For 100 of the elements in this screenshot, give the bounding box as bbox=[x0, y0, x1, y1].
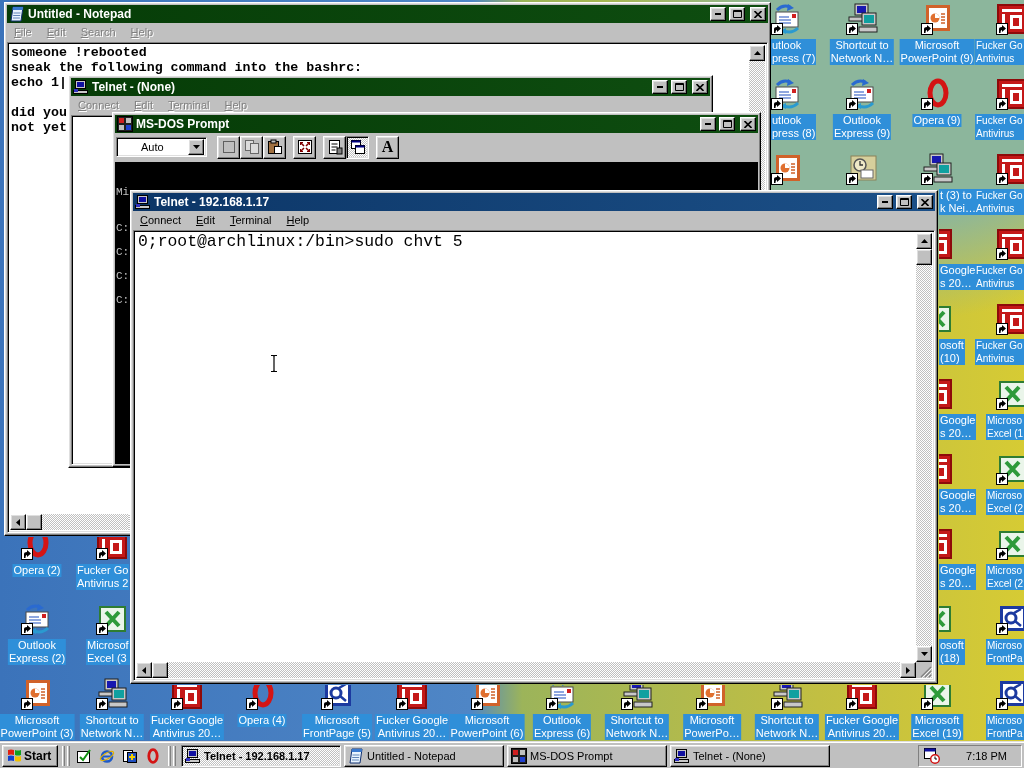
orbit-icon[interactable] bbox=[99, 747, 115, 764]
icon-label[interactable]: Fucker Go Antivirus bbox=[975, 39, 1024, 65]
paste-button[interactable] bbox=[263, 135, 286, 159]
logo-tile-icon[interactable] bbox=[939, 528, 953, 560]
spreadsheet-icon[interactable] bbox=[996, 528, 1024, 560]
clock-icon[interactable] bbox=[924, 747, 940, 764]
icon-label[interactable]: Opera (4) bbox=[237, 714, 287, 727]
logo-tile-icon[interactable] bbox=[996, 303, 1024, 335]
task-button[interactable]: Telnet - (None) bbox=[670, 744, 830, 767]
circle-tile-icon[interactable] bbox=[996, 678, 1024, 710]
icon-label[interactable]: Outlook Express (6) bbox=[532, 714, 592, 740]
logo-tile-icon[interactable] bbox=[996, 228, 1024, 260]
icon-label[interactable]: Opera (9) bbox=[912, 114, 962, 127]
icon-label[interactable]: Shortcut to Network N… bbox=[604, 714, 670, 740]
icon-label[interactable]: Microso Excel (2 bbox=[986, 564, 1024, 590]
mark-button[interactable] bbox=[217, 135, 240, 159]
close-button[interactable] bbox=[750, 7, 766, 21]
icon-label[interactable]: osoft (18) bbox=[939, 639, 965, 665]
maximize-button[interactable] bbox=[896, 195, 912, 209]
icon-label[interactable]: Opera (2) bbox=[12, 564, 62, 577]
icon-label[interactable]: Google s 20… bbox=[939, 264, 977, 290]
icon-label[interactable]: Fucker Google Antivirus 20… bbox=[374, 714, 450, 740]
scroll-up-button[interactable] bbox=[916, 233, 932, 249]
scroll-left-button[interactable] bbox=[136, 662, 152, 678]
scrollbar-thumb[interactable] bbox=[26, 514, 42, 530]
menu-item[interactable]: Help bbox=[279, 214, 317, 227]
icon-label[interactable]: Fucker Google Antivirus 20… bbox=[824, 714, 900, 740]
logo-tile-icon[interactable] bbox=[939, 453, 953, 485]
icon-label[interactable]: Shortcut to Network N… bbox=[754, 714, 820, 740]
close-button[interactable] bbox=[692, 80, 708, 94]
icon-label[interactable]: Microsoft PowerPo… bbox=[683, 714, 741, 740]
presentation-icon[interactable] bbox=[21, 678, 53, 710]
icon-label[interactable]: Microso FrontPa bbox=[986, 714, 1024, 740]
icon-label[interactable]: Microsoft Excel (19) bbox=[911, 714, 963, 740]
logo-tile-icon[interactable] bbox=[996, 3, 1024, 35]
font-size-select[interactable]: Auto bbox=[116, 137, 207, 157]
logo-tile-icon[interactable] bbox=[939, 228, 953, 260]
icon-label[interactable]: Shortcut to Network N… bbox=[79, 714, 145, 740]
presentation-icon[interactable] bbox=[771, 153, 803, 185]
icon-label[interactable]: Fucker Google Antivirus 20… bbox=[149, 714, 225, 740]
spreadsheet-icon[interactable] bbox=[921, 685, 953, 710]
logo-tile-icon[interactable] bbox=[96, 537, 128, 560]
menu-item[interactable]: Terminal bbox=[222, 214, 279, 227]
scrollbar-thumb[interactable] bbox=[152, 662, 168, 678]
properties-button[interactable] bbox=[323, 135, 346, 159]
task-button[interactable]: MS-DOS Prompt bbox=[507, 744, 667, 767]
task-button[interactable]: Telnet - 192.168.1.17 bbox=[181, 744, 341, 767]
scroll-left-button[interactable] bbox=[10, 514, 26, 530]
start-button[interactable]: Start bbox=[2, 744, 58, 767]
icon-label[interactable]: Fucker Go Antivirus 2 bbox=[76, 564, 130, 590]
scroll-right-button[interactable] bbox=[900, 662, 916, 678]
icon-label[interactable]: utlook press (7) bbox=[771, 39, 817, 65]
menu-item[interactable]: Edit bbox=[189, 214, 222, 227]
maximize-button[interactable] bbox=[729, 7, 745, 21]
icon-label[interactable]: Fucker Go Antivirus bbox=[975, 189, 1024, 215]
scroll-down-button[interactable] bbox=[916, 646, 932, 662]
spreadsheet-icon[interactable] bbox=[96, 603, 128, 635]
maximize-button[interactable] bbox=[671, 80, 687, 94]
icon-label[interactable]: osoft (10) bbox=[939, 339, 965, 365]
icon-label[interactable]: Outlook Express (9) bbox=[832, 114, 892, 140]
icon-label[interactable]: Microso Excel (1 bbox=[986, 414, 1024, 440]
checkmark-icon[interactable] bbox=[76, 747, 92, 764]
logo-tile-icon[interactable] bbox=[996, 153, 1024, 185]
full-screen-button[interactable] bbox=[293, 135, 316, 159]
computers-icon[interactable] bbox=[921, 153, 953, 185]
scroll-up-button[interactable] bbox=[749, 45, 765, 61]
spreadsheet-icon[interactable] bbox=[996, 378, 1024, 410]
icon-label[interactable]: Microsof Excel (3 bbox=[86, 639, 130, 665]
computers-icon[interactable] bbox=[96, 678, 128, 710]
font-button[interactable]: A bbox=[376, 135, 399, 159]
icon-label[interactable]: Outlook Express (2) bbox=[7, 639, 67, 665]
icon-label[interactable]: Microsoft PowerPoint (3) bbox=[0, 714, 75, 740]
icon-label[interactable]: utlook press (8) bbox=[771, 114, 817, 140]
terminal-area[interactable]: 0;root@archlinux:/bin>sudo chvt 5 bbox=[133, 230, 935, 681]
circle-tile-icon[interactable] bbox=[996, 603, 1024, 635]
minimize-button[interactable] bbox=[877, 195, 893, 209]
computers-icon[interactable] bbox=[846, 3, 878, 35]
icon-label[interactable]: Microsoft FrontPage (5) bbox=[302, 714, 372, 740]
maximize-button[interactable] bbox=[719, 117, 735, 131]
close-button[interactable] bbox=[917, 195, 933, 209]
icon-label[interactable]: Microso FrontPa bbox=[986, 639, 1024, 665]
presentation-icon[interactable] bbox=[921, 3, 953, 35]
icon-label[interactable]: Fucker Go Antivirus bbox=[975, 339, 1024, 365]
icon-label[interactable]: Fucker Go Antivirus bbox=[975, 114, 1024, 140]
title-bar[interactable]: Telnet - (None) bbox=[71, 78, 710, 96]
pages-icon[interactable] bbox=[122, 747, 138, 764]
icon-label[interactable]: Microsoft PowerPoint (6) bbox=[449, 714, 525, 740]
clock-tile-icon[interactable] bbox=[846, 153, 878, 185]
spreadsheet-icon[interactable] bbox=[996, 453, 1024, 485]
minimize-button[interactable] bbox=[700, 117, 716, 131]
title-bar[interactable]: MS-DOS Prompt bbox=[115, 115, 758, 133]
icon-label[interactable]: Microsoft PowerPoint (9) bbox=[899, 39, 975, 65]
minimize-button[interactable] bbox=[652, 80, 668, 94]
icon-label[interactable]: Google s 20… bbox=[939, 414, 977, 440]
close-button[interactable] bbox=[740, 117, 756, 131]
logo-tile-icon[interactable] bbox=[939, 378, 953, 410]
resize-grip-icon[interactable] bbox=[920, 666, 932, 678]
title-bar[interactable]: Untitled - Notepad bbox=[7, 5, 768, 23]
icon-label[interactable]: Google s 20… bbox=[939, 489, 977, 515]
icon-label[interactable]: Google s 20… bbox=[939, 564, 977, 590]
